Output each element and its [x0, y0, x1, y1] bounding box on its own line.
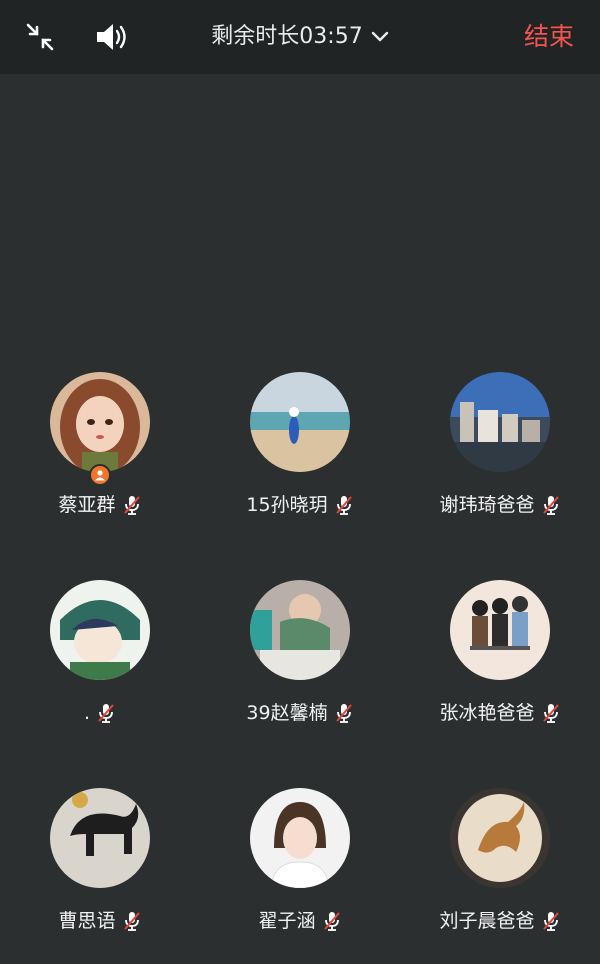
remaining-time-label: 剩余时长03:57	[211, 24, 363, 49]
avatar	[50, 788, 150, 888]
muted-mic-icon	[334, 702, 354, 724]
muted-mic-icon	[322, 910, 342, 932]
participant-name-row: 张冰艳爸爸	[400, 700, 600, 726]
participant-tile[interactable]: 15孙晓玥	[200, 372, 400, 542]
participant-name: 刘子晨爸爸	[439, 910, 535, 932]
avatar	[250, 788, 350, 888]
avatar	[450, 372, 550, 472]
timer-area: 剩余时长03:57	[0, 22, 600, 52]
participant-tile[interactable]: 39赵馨楠	[200, 580, 400, 750]
participant-tile[interactable]: 蔡亚群	[0, 372, 200, 542]
muted-mic-icon	[541, 702, 561, 724]
avatar	[50, 372, 150, 472]
participant-name-row: 15孙晓玥	[200, 492, 400, 518]
participant-name: 曹思语	[58, 910, 116, 932]
participant-tile[interactable]: 曹思语	[0, 788, 200, 958]
muted-mic-icon	[541, 494, 561, 516]
muted-mic-icon	[541, 910, 561, 932]
participant-tile[interactable]: .	[0, 580, 200, 750]
muted-mic-icon	[122, 494, 142, 516]
participant-name: .	[83, 702, 91, 724]
muted-mic-icon	[122, 910, 142, 932]
participant-name-row: 39赵馨楠	[200, 700, 400, 726]
participant-name-row: 翟子涵	[200, 908, 400, 934]
host-badge-icon	[89, 464, 111, 486]
participant-name: 谢玮琦爸爸	[439, 494, 535, 516]
avatar	[450, 580, 550, 680]
avatar	[450, 788, 550, 888]
participant-name: 15孙晓玥	[246, 494, 328, 516]
participant-name: 张冰艳爸爸	[439, 702, 535, 724]
participant-name: 39赵馨楠	[246, 702, 328, 724]
participant-name-row: 刘子晨爸爸	[400, 908, 600, 934]
speaker-icon[interactable]	[94, 19, 130, 55]
remaining-time-dropdown[interactable]: 剩余时长03:57	[211, 22, 388, 52]
avatar	[50, 580, 150, 680]
participant-name-row: 曹思语	[0, 908, 200, 934]
participant-tile[interactable]: 张冰艳爸爸	[400, 580, 600, 750]
collapse-arrows-icon[interactable]	[22, 19, 58, 55]
participant-name: 蔡亚群	[58, 494, 116, 516]
avatar	[250, 372, 350, 472]
participant-tile[interactable]: 翟子涵	[200, 788, 400, 958]
participant-name-row: .	[0, 700, 200, 726]
muted-mic-icon	[96, 702, 116, 724]
participant-name: 翟子涵	[258, 910, 316, 932]
chevron-down-icon	[371, 31, 388, 42]
end-button[interactable]: 结束	[524, 20, 574, 54]
avatar	[250, 580, 350, 680]
participant-name-row: 谢玮琦爸爸	[400, 492, 600, 518]
top-bar: 剩余时长03:57 结束	[0, 0, 600, 74]
participant-tile[interactable]: 刘子晨爸爸	[400, 788, 600, 958]
participant-tile[interactable]: 谢玮琦爸爸	[400, 372, 600, 542]
participant-name-row: 蔡亚群	[0, 492, 200, 518]
muted-mic-icon	[334, 494, 354, 516]
